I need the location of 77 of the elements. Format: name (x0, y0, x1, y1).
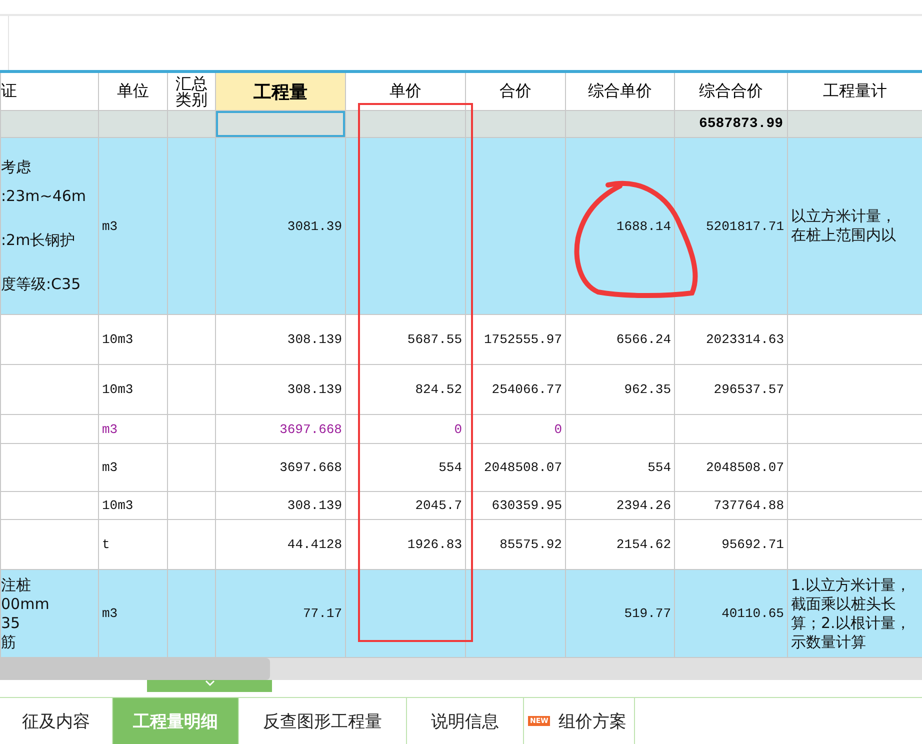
table-cell: 3081.39 (216, 138, 346, 314)
table-cell: 2048508.07 (674, 444, 788, 492)
column-header[interactable]: 单位 (98, 73, 168, 110)
cell-text-line: 注桩 (2, 576, 32, 594)
table-cell: 2023314.63 (674, 314, 788, 364)
table-cell: 2394.26 (566, 492, 674, 520)
cell-text-line: 筋 (2, 632, 17, 652)
table-cell: m3 (98, 444, 168, 492)
table-cell: 519.77 (566, 570, 674, 658)
table-cell: 737764.88 (674, 492, 788, 520)
table-cell (168, 520, 216, 570)
table-cell (168, 444, 216, 492)
table-cell: m3 (98, 570, 168, 658)
table-cell: 5201817.71 (674, 138, 788, 314)
table-cell: 77.17 (216, 570, 346, 658)
table-cell: 3697.668 (216, 414, 346, 444)
table-cell (168, 414, 216, 444)
cell-text-line: 以立方米计量， (791, 207, 897, 226)
table-cell: m3 (98, 138, 168, 314)
table-cell: 308.139 (216, 364, 346, 414)
horizontal-scrollbar[interactable] (0, 658, 922, 680)
table-cell: 40110.65 (674, 570, 788, 658)
cell-text-line: 类别 (174, 92, 208, 108)
table-cell: 10m3 (98, 314, 168, 364)
column-header[interactable]: 单价 (346, 73, 466, 110)
cell-text-line: 1.以立方米计量， (791, 576, 912, 594)
cell-text-line: 算；2.以根计量， (791, 614, 912, 632)
table-cell: 1926.83 (346, 520, 466, 570)
table-cell: 6566.24 (566, 314, 674, 364)
column-header[interactable]: 汇总 类别 (168, 73, 216, 110)
column-header[interactable]: 综合合价 (674, 73, 788, 110)
table-cell: 3697.668 (216, 444, 346, 492)
table-cell: 2154.62 (566, 520, 674, 570)
table-cell: 5687.55 (346, 314, 466, 364)
chevron-down-icon (204, 680, 214, 687)
table-cell: 630359.95 (466, 492, 566, 520)
cell-text-line: 度等级:C35 (2, 274, 82, 295)
table-cell: 1752555.97 (466, 314, 566, 364)
table-cell: 1688.14 (566, 138, 674, 314)
table-cell (168, 364, 216, 414)
cell-text-line: 35 (2, 614, 22, 632)
cell-text-line: 00mm (2, 594, 50, 614)
table-cell: 10m3 (98, 492, 168, 520)
table-cell: 0 (466, 414, 566, 444)
table-cell: 962.35 (566, 364, 674, 414)
table-cell: 254066.77 (466, 364, 566, 414)
table-cell: 2048508.07 (466, 444, 566, 492)
table-cell: 2045.7 (346, 492, 466, 520)
table-cell: 308.139 (216, 314, 346, 364)
cell-text-line: 截面乘以桩头长 (791, 594, 897, 614)
table-cell (168, 314, 216, 364)
cell-text-line: :23m~46m (2, 186, 88, 207)
table-cell: 95692.71 (674, 520, 788, 570)
cell-text-line: 在桩上范围内以 (791, 226, 897, 245)
cell-text-line: 考虑 (2, 157, 32, 178)
table-cell: m3 (98, 414, 168, 444)
column-header[interactable]: 工程量计 (788, 73, 922, 110)
scrollbar-thumb[interactable] (0, 658, 270, 680)
table-cell: 824.52 (346, 364, 466, 414)
column-header[interactable]: 工程量 (216, 73, 346, 110)
column-header[interactable]: 合价 (466, 73, 566, 110)
table-cell: 554 (566, 444, 674, 492)
table-cell: 296537.57 (674, 364, 788, 414)
table-cell (168, 492, 216, 520)
cell-text-line: 示数量计算 (791, 632, 867, 652)
table-cell: 10m3 (98, 364, 168, 414)
table-cell: 0 (346, 414, 466, 444)
table-cell: 85575.92 (466, 520, 566, 570)
table-cell: 44.4128 (216, 520, 346, 570)
cell-text-line: 汇总 (174, 76, 208, 92)
cell-text-line: :2m长钢护 (2, 230, 76, 251)
column-header[interactable]: 综合单价 (566, 73, 674, 110)
total-cell: 6587873.99 (674, 110, 788, 138)
table-cell: t (98, 520, 168, 570)
panel-toggle-handle[interactable] (147, 680, 272, 692)
table-cell: 308.139 (216, 492, 346, 520)
table-cell: 554 (346, 444, 466, 492)
